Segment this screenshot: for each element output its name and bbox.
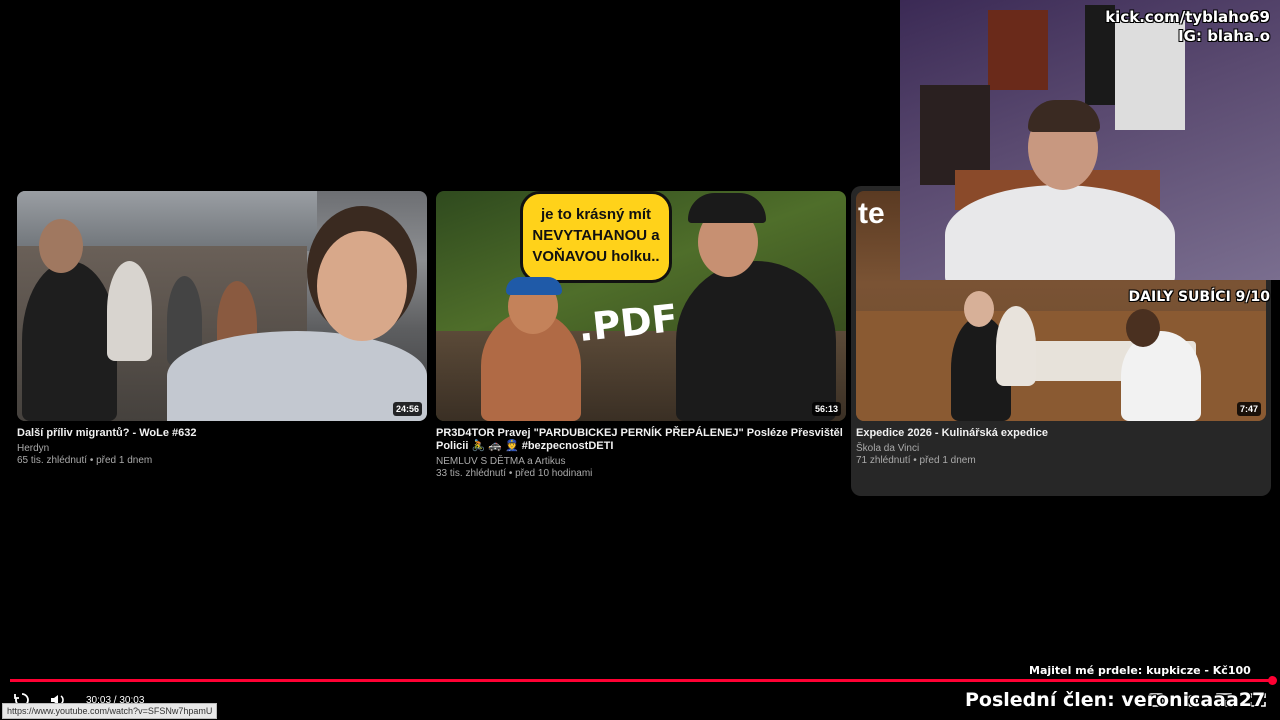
video-title[interactable]: PR3D4TOR Pravej "PARDUBICKEJ PERNÍK PŘEP… (436, 427, 846, 453)
video-card[interactable]: je to krásný mít NEVYTAHANOU a VOŇAVOU h… (436, 191, 846, 480)
video-card[interactable]: 24:56 Další příliv migrantů? - WoLe #632… (17, 191, 427, 467)
video-title[interactable]: Další příliv migrantů? - WoLe #632 (17, 427, 427, 440)
progress-scrubber[interactable] (1268, 676, 1277, 685)
video-stats: 71 zhlédnutí • před 1 dnem (856, 455, 976, 466)
video-stats: 65 tis. zhlédnutí • před 1 dnem (17, 455, 153, 466)
video-thumbnail[interactable]: 24:56 (17, 191, 427, 421)
progress-bar[interactable] (10, 679, 1274, 682)
daily-subs-counter: DAILY SUBÍCI 9/10 (1128, 289, 1270, 305)
owner-line: Majitel mé prdele: kupkicze - Kč100 (1029, 664, 1251, 677)
ig-handle: IG: blaha.o (1178, 27, 1270, 45)
channel-name[interactable]: Herdyn (17, 443, 427, 455)
video-stats: 33 tis. zhlédnutí • před 10 hodinami (436, 468, 593, 479)
video-duration: 7:47 (1236, 402, 1261, 416)
speech-bubble: je to krásný mít NEVYTAHANOU a VOŇAVOU h… (520, 191, 672, 283)
video-duration: 56:13 (811, 402, 841, 416)
channel-name[interactable]: Škola da Vinci (856, 443, 1266, 455)
video-thumbnail[interactable]: je to krásný mít NEVYTAHANOU a VOŇAVOU h… (436, 191, 846, 421)
channel-name[interactable]: NEMLUV S DĚTMA a Artikus (436, 456, 846, 468)
thumb-overlay-text: te (858, 197, 885, 230)
kick-handle: kick.com/tyblaho69 (1105, 8, 1270, 26)
video-title[interactable]: Expedice 2026 - Kulinářská expedice (856, 427, 1266, 440)
link-hover-url: https://www.youtube.com/watch?v=SFSNw7hp… (2, 703, 218, 719)
last-member-banner: Poslední člen: veronicaaa27 (965, 689, 1266, 711)
video-duration: 24:56 (392, 402, 422, 416)
